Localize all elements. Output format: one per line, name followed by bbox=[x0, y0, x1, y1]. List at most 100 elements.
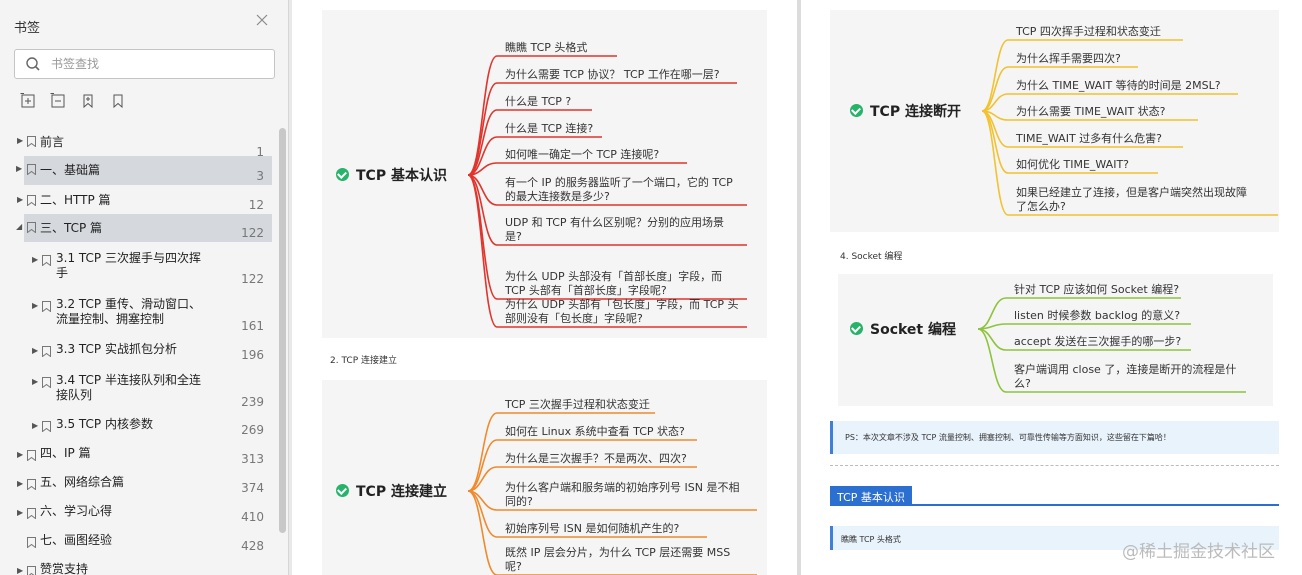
bookmark-search-box[interactable] bbox=[14, 49, 275, 79]
mindmap-leaf: listen 时候参数 backlog 的意义? bbox=[1014, 309, 1180, 323]
expand-arrow-icon[interactable]: ▶ bbox=[32, 346, 38, 355]
mindmap-leaf-line: 为什么 TIME_WAIT 等待的时间是 2MSL? bbox=[1016, 79, 1221, 92]
outline-item[interactable]: ▶ 3.1 TCP 三次握手与四次挥 手 122 bbox=[0, 251, 278, 291]
mindmap-leaf: UDP 和 TCP 有什么区别呢？分别的应用场景 是? bbox=[505, 216, 724, 244]
mindmap-leaf-line: 初始序列号 ISN 是如何随机产生的? bbox=[505, 522, 680, 535]
outline-item[interactable]: ▶ 五、网络综合篇 374 bbox=[0, 475, 278, 503]
outline-item-page: 374 bbox=[241, 481, 264, 495]
outline-item-page: 239 bbox=[241, 395, 264, 409]
outline-item[interactable]: ▶ 赞赏支持 bbox=[0, 562, 278, 575]
mindmap-leaf-line: UDP 和 TCP 有什么区别呢？分别的应用场景 bbox=[505, 216, 725, 229]
outline-item[interactable]: ▶ 前言 1 bbox=[0, 132, 278, 159]
outline-item[interactable]: ▶ 3.5 TCP 内核参数 269 bbox=[0, 417, 278, 445]
mindmap-leaf-line: 部则没有「包长度」字段呢? bbox=[505, 312, 643, 325]
bookmark-icon[interactable] bbox=[110, 93, 126, 109]
mindmap-leaf-line: 呢? bbox=[505, 560, 522, 573]
mindmap-leaf: 为什么需要 TIME_WAIT 状态? bbox=[1016, 105, 1166, 119]
mindmap-leaf: 为什么 UDP 头部没有「首部长度」字段，而 TCP 头部有「首部长度」字段呢? bbox=[505, 270, 722, 298]
expand-arrow-icon[interactable]: ▶ bbox=[17, 479, 23, 488]
mindmap-socket: Socket 编程 针对 TCP 应该如何 Socket 编程? listen 时候… bbox=[838, 274, 1273, 406]
mindmap-leaf: 什么是 TCP 连接? bbox=[505, 122, 593, 136]
sidebar-title: 书签 bbox=[14, 21, 41, 36]
mindmap-leaf-line: 为什么 UDP 头部没有「首部长度」字段，而 bbox=[505, 270, 723, 283]
outline-item[interactable]: 七、画图经验 428 bbox=[0, 533, 278, 561]
collapse-arrow-icon[interactable]: ◢ bbox=[16, 222, 22, 231]
bookmark-icon bbox=[27, 222, 36, 233]
add-bookmark-icon[interactable] bbox=[80, 93, 96, 109]
mindmap-leaf-line: 如何唯一确定一个 TCP 连接呢? bbox=[505, 148, 660, 161]
outline-item[interactable]: ◢ 三、TCP 篇 122 bbox=[16, 214, 272, 242]
check-circle-icon bbox=[336, 484, 349, 497]
outline-item[interactable]: ▶ 3.3 TCP 实战抓包分析 196 bbox=[0, 342, 278, 370]
close-icon[interactable] bbox=[256, 14, 268, 26]
mindmap-leaf: 初始序列号 ISN 是如何随机产生的? bbox=[505, 522, 679, 536]
expand-arrow-icon[interactable]: ▶ bbox=[17, 508, 23, 517]
collapse-all-icon[interactable] bbox=[50, 93, 66, 109]
section-caption: 2. TCP 连接建立 bbox=[330, 356, 397, 366]
bookmark-icon bbox=[27, 164, 36, 175]
sidebar-scrollbar[interactable] bbox=[279, 128, 286, 533]
expand-arrow-icon[interactable]: ▶ bbox=[32, 301, 38, 310]
outline-item-label: 3.1 TCP 三次握手与四次挥 bbox=[56, 251, 201, 265]
outline-item[interactable]: ▶ 六、学习心得 410 bbox=[0, 504, 278, 532]
mindmap-leaf-line: 客户端调用 close 了，连接是断开的流程是什 bbox=[1014, 363, 1237, 376]
outline-item[interactable]: ▶ 一、基础篇 3 bbox=[16, 156, 272, 185]
mindmap-leaf: 为什么是三次握手？不是两次、四次? bbox=[505, 452, 687, 466]
mindmap-leaf-line: TIME_WAIT 过多有什么危害? bbox=[1016, 132, 1163, 145]
mindmap-leaf-line: 的最大连接数是多少? bbox=[505, 190, 610, 203]
search-icon bbox=[26, 57, 40, 71]
bookmark-toolbar bbox=[20, 93, 126, 109]
bookmark-icon bbox=[27, 537, 36, 548]
mindmap-leaf: 既然 IP 层会分片，为什么 TCP 层还需要 MSS 呢? bbox=[505, 546, 730, 574]
outline-item-label: 五、网络综合篇 bbox=[40, 475, 125, 489]
mindmap-leaf-line: accept 发送在三次握手的哪一步? bbox=[1014, 335, 1182, 348]
outline-item-label: 七、画图经验 bbox=[40, 533, 113, 547]
mindmap-leaf: TIME_WAIT 过多有什么危害? bbox=[1016, 132, 1162, 146]
expand-arrow-icon[interactable]: ▶ bbox=[17, 195, 23, 204]
expand-all-icon[interactable] bbox=[20, 93, 36, 109]
bookmark-icon bbox=[42, 255, 51, 266]
outline-item-label: 二、HTTP 篇 bbox=[40, 193, 111, 207]
mindmap-leaf: 瞧瞧 TCP 头格式 bbox=[505, 41, 587, 55]
mindmap-leaf: TCP 三次握手过程和状态变迁 bbox=[505, 398, 650, 412]
outline-item-label: 3.3 TCP 实战抓包分析 bbox=[56, 342, 177, 356]
expand-arrow-icon[interactable]: ▶ bbox=[17, 136, 23, 145]
mindmap-leaf-line: 什么是 TCP 连接? bbox=[505, 122, 594, 135]
bookmark-search-input[interactable] bbox=[51, 55, 261, 73]
outline-item-page: 161 bbox=[241, 319, 264, 333]
outline-item-page: 313 bbox=[241, 452, 264, 466]
mindmap-leaf-line: 如何优化 TIME_WAIT? bbox=[1016, 158, 1130, 171]
mindmap-leaf: accept 发送在三次握手的哪一步? bbox=[1014, 335, 1181, 349]
outline-item-page: 122 bbox=[241, 226, 264, 240]
mindmap-leaf: 为什么需要 TCP 协议？ TCP 工作在哪一层? bbox=[505, 68, 720, 82]
section-tab-heading: TCP 基本认识 bbox=[830, 486, 912, 505]
expand-arrow-icon[interactable]: ▶ bbox=[32, 421, 38, 430]
divider bbox=[830, 465, 1279, 466]
expand-arrow-icon[interactable]: ▶ bbox=[32, 255, 38, 264]
watermark: @稀土掘金技术社区 bbox=[1122, 542, 1275, 562]
mindmap-leaf-line: 瞧瞧 TCP 头格式 bbox=[505, 41, 588, 54]
outline-item-label: 前言 bbox=[40, 135, 65, 149]
mindmap-root-title: TCP 连接建立 bbox=[356, 484, 447, 500]
expand-arrow-icon[interactable]: ▶ bbox=[17, 566, 23, 575]
mindmap-root-title: TCP 连接断开 bbox=[870, 104, 961, 120]
bookmark-icon bbox=[42, 421, 51, 432]
mindmap-leaf-line: listen 时候参数 backlog 的意义? bbox=[1014, 309, 1181, 322]
outline-item[interactable]: ▶ 四、IP 篇 313 bbox=[0, 446, 278, 474]
expand-arrow-icon[interactable]: ▶ bbox=[32, 377, 38, 386]
outline-item-label: 3.4 TCP 半连接队列和全连 bbox=[56, 373, 201, 387]
outline-item[interactable]: ▶ 3.4 TCP 半连接队列和全连 接队列 239 bbox=[0, 373, 278, 413]
expand-arrow-icon[interactable]: ▶ bbox=[16, 164, 22, 173]
ps-note: PS：本次文章不涉及 TCP 流量控制、拥塞控制、可靠性传输等方面知识，这些留在… bbox=[830, 421, 1279, 454]
outline-item-page: 269 bbox=[241, 423, 264, 437]
mindmap-leaf-line: 为什么 UDP 头部有「包长度」字段，而 TCP 头 bbox=[505, 298, 739, 311]
section-heading-line bbox=[830, 504, 1279, 506]
outline-item-page: 428 bbox=[241, 539, 264, 553]
bookmark-icon bbox=[42, 301, 51, 312]
outline-item-page: 12 bbox=[248, 198, 264, 212]
outline-item[interactable]: ▶ 3.2 TCP 重传、滑动窗口、 流量控制、拥塞控制 161 bbox=[0, 297, 278, 337]
outline-item-label-line2: 接队列 bbox=[56, 388, 93, 402]
expand-arrow-icon[interactable]: ▶ bbox=[17, 450, 23, 459]
mindmap-leaf: 如何在 Linux 系统中查看 TCP 状态? bbox=[505, 425, 685, 439]
mindmap-leaf-line: TCP 三次握手过程和状态变迁 bbox=[505, 398, 650, 411]
